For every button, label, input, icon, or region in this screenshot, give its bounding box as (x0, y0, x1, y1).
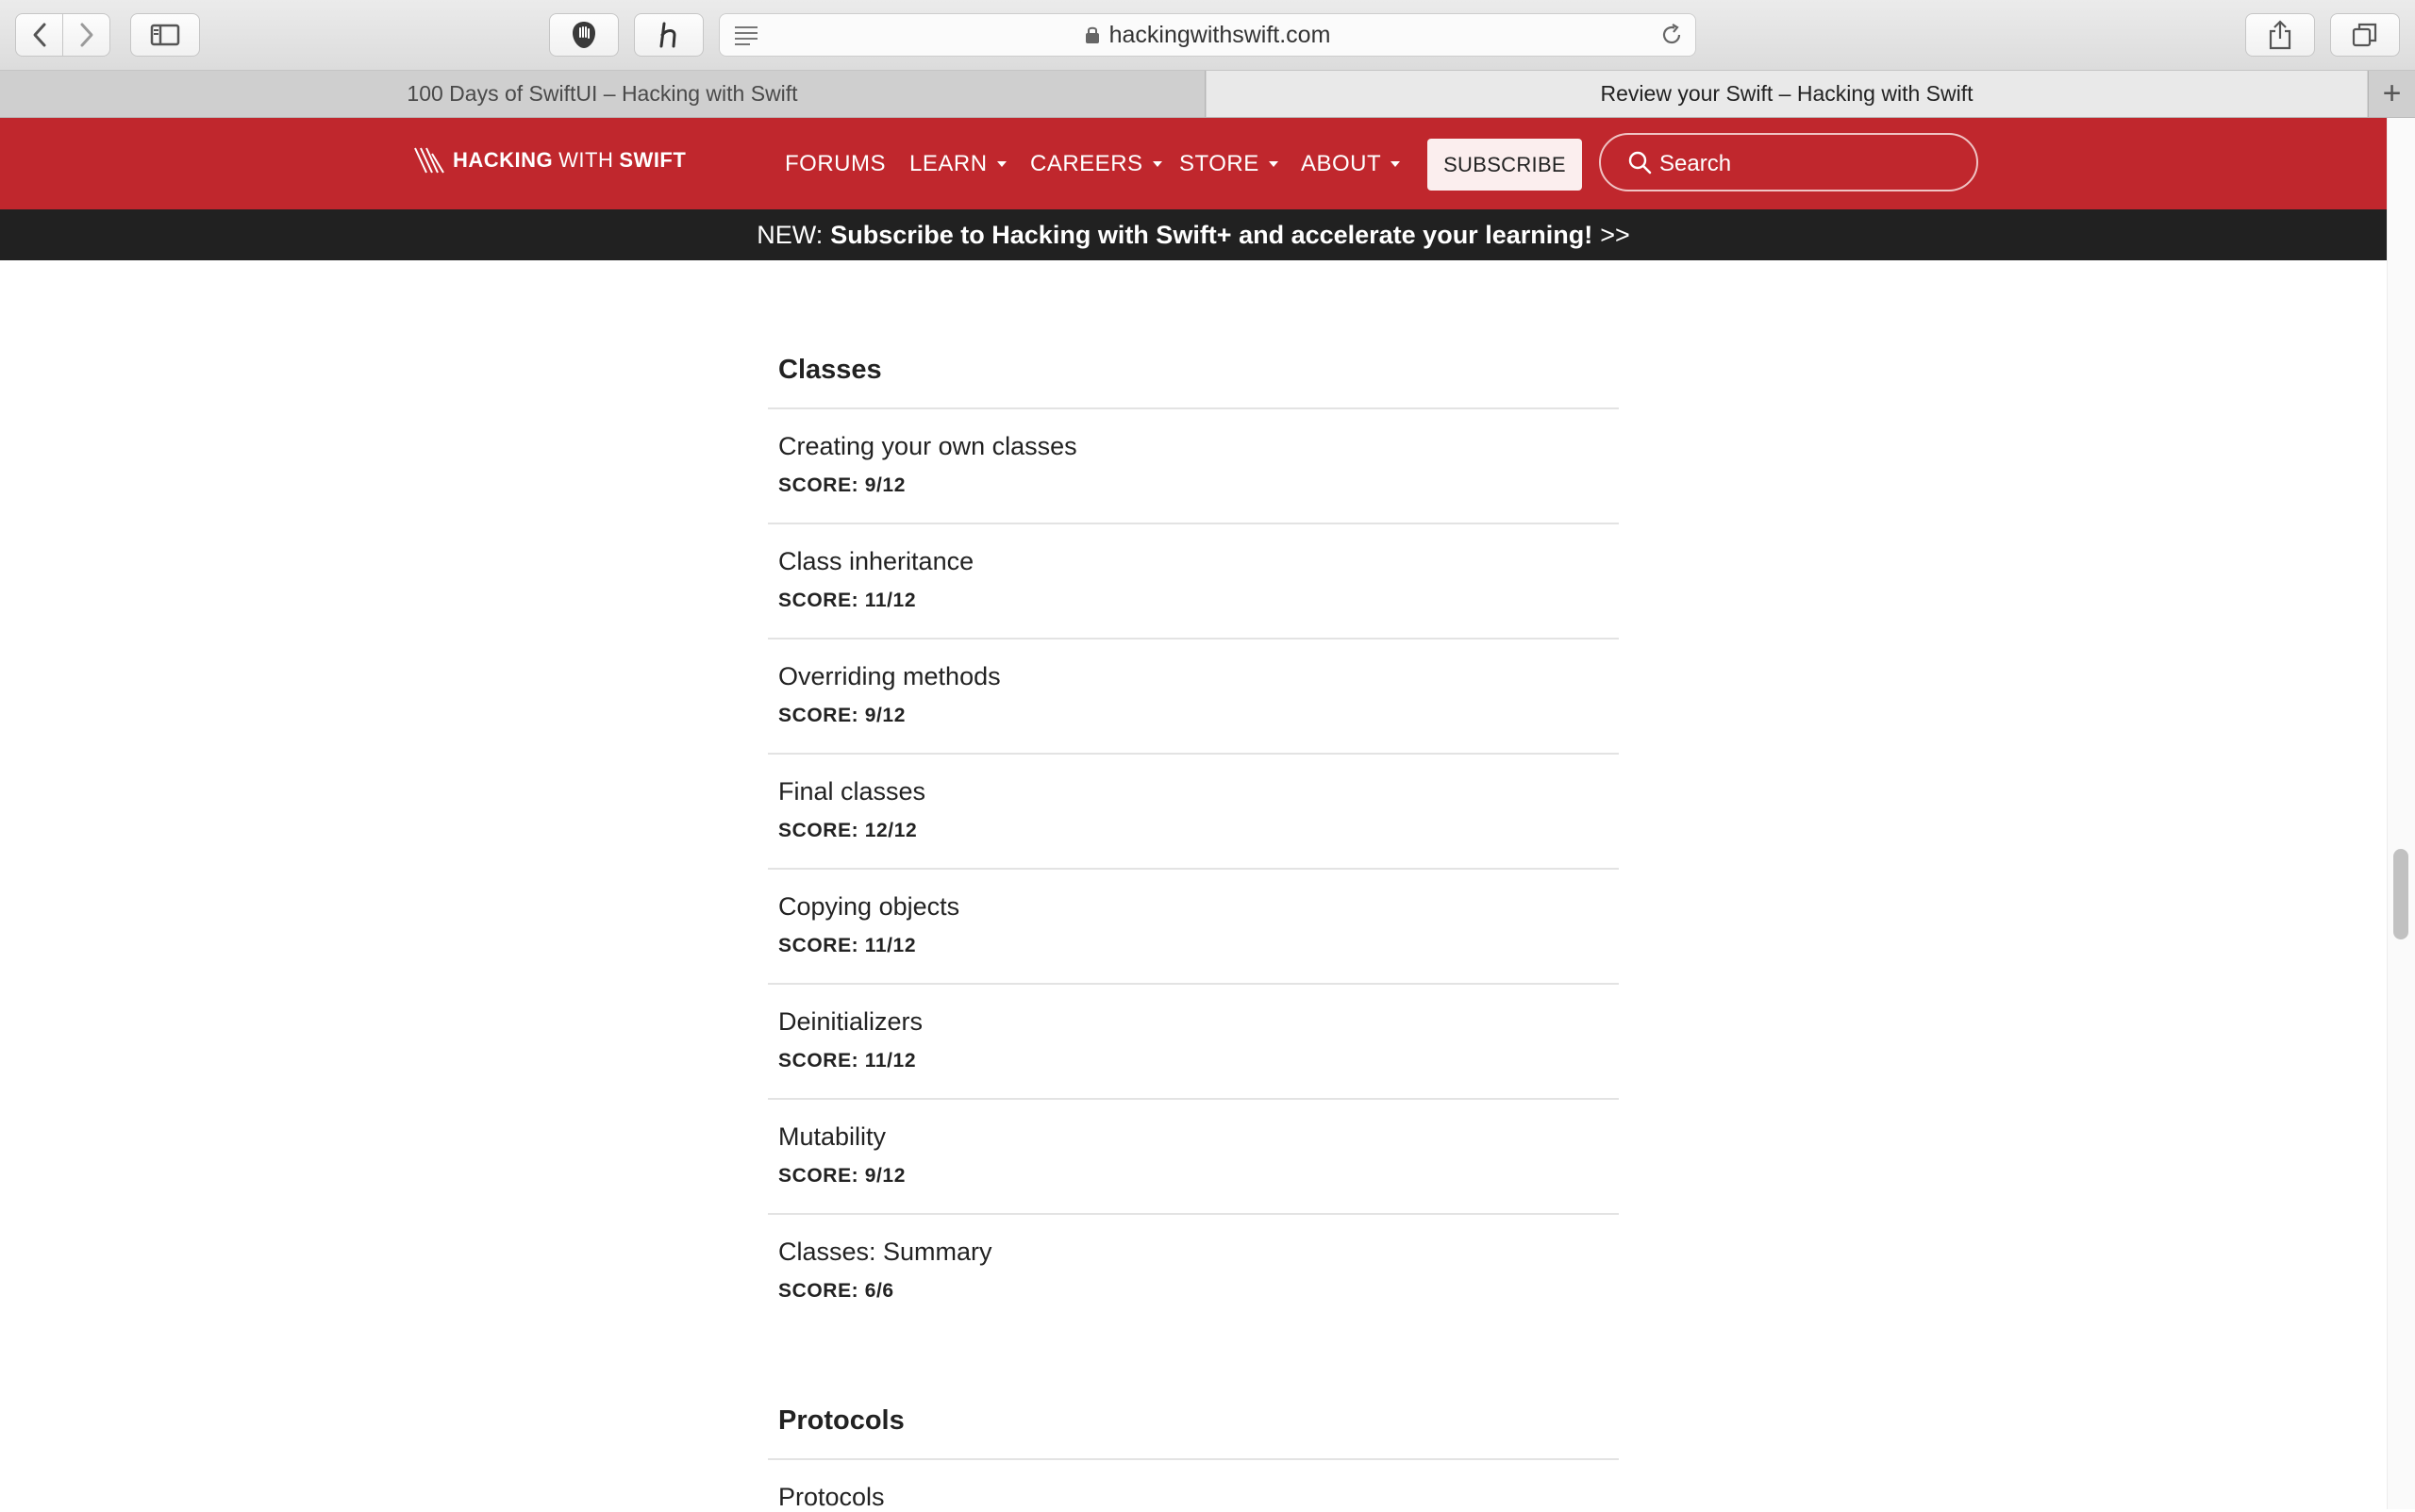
caret-down-icon (996, 160, 1007, 167)
nav-label: ABOUT (1301, 150, 1382, 176)
item-score: SCORE: 9/12 (778, 1165, 906, 1187)
nav-careers[interactable]: CAREERS (1030, 118, 1162, 209)
tab-title: Review your Swift – Hacking with Swift (1600, 81, 1974, 106)
page-scrollbar[interactable] (2387, 118, 2415, 1509)
item-name: Final classes (778, 777, 926, 806)
list-item[interactable]: Overriding methods SCORE: 9/12 (778, 662, 1608, 727)
hand-shield-icon (573, 22, 595, 48)
forward-button[interactable] (62, 13, 110, 57)
caret-down-icon (1391, 160, 1401, 167)
nav-label: FORUMS (785, 150, 886, 176)
divider (768, 868, 1619, 870)
honey-extension-button[interactable] (634, 13, 704, 57)
divider (768, 1458, 1619, 1460)
item-score: SCORE: 9/12 (778, 474, 906, 496)
section-title-protocols: Protocols (778, 1405, 905, 1436)
item-score: SCORE: 11/12 (778, 1050, 917, 1072)
h-script-icon (659, 22, 676, 48)
tabs-icon (2352, 23, 2377, 47)
share-button[interactable] (2245, 13, 2315, 57)
item-name: Mutability (778, 1122, 887, 1151)
site-logo[interactable]: HACKING WITH SWIFT (413, 146, 686, 174)
reload-icon[interactable] (1659, 23, 1684, 47)
list-item[interactable]: Copying objects SCORE: 11/12 (778, 892, 1608, 957)
swift-logo-icon (414, 147, 444, 174)
list-item[interactable]: Protocols (778, 1483, 1608, 1512)
sidebar-toggle-button[interactable] (130, 13, 200, 57)
divider (768, 1098, 1619, 1100)
item-score: SCORE: 6/6 (778, 1280, 894, 1302)
new-tab-button[interactable]: + (2368, 71, 2415, 117)
nav-label: CAREERS (1030, 150, 1143, 176)
tab-overview-button[interactable] (2330, 13, 2400, 57)
item-name: Overriding methods (778, 662, 1001, 690)
list-item[interactable]: Class inheritance SCORE: 11/12 (778, 547, 1608, 612)
item-name: Class inheritance (778, 547, 974, 575)
list-item[interactable]: Deinitializers SCORE: 11/12 (778, 1007, 1608, 1072)
url-display: hackingwithswift.com (720, 14, 1695, 56)
divider (768, 1213, 1619, 1215)
item-name: Creating your own classes (778, 432, 1077, 460)
announcement-prefix: NEW: (757, 220, 824, 249)
plus-icon: + (2382, 75, 2402, 111)
nav-label: LEARN (909, 150, 988, 176)
site-header: HACKING WITH SWIFT FORUMS LEARN CAREERS … (0, 118, 2387, 209)
list-item[interactable]: Mutability SCORE: 9/12 (778, 1122, 1608, 1188)
chevron-right-icon (80, 23, 92, 47)
history-nav (15, 13, 111, 57)
logo-text-with: WITH (558, 148, 614, 172)
nav-store[interactable]: STORE (1179, 118, 1278, 209)
item-score: SCORE: 11/12 (778, 590, 917, 611)
sidebar-icon (150, 24, 180, 46)
browser-tab-1[interactable]: 100 Days of SwiftUI – Hacking with Swift (0, 71, 1206, 117)
list-item[interactable]: Final classes SCORE: 12/12 (778, 777, 1608, 842)
subscribe-button[interactable]: SUBSCRIBE (1427, 139, 1582, 191)
item-name: Deinitializers (778, 1007, 924, 1036)
logo-text-hacking: HACKING (453, 148, 554, 172)
divider (768, 983, 1619, 985)
list-item[interactable]: Classes: Summary SCORE: 6/6 (778, 1238, 1608, 1303)
search-icon (1628, 151, 1652, 174)
logo-text-swift: SWIFT (619, 148, 687, 172)
divider (768, 407, 1619, 409)
url-text: hackingwithswift.com (1108, 21, 1331, 48)
site-search-input[interactable]: Search (1599, 133, 1978, 191)
divider (768, 638, 1619, 640)
item-name: Classes: Summary (778, 1238, 992, 1266)
item-name: Copying objects (778, 892, 960, 921)
nav-forums[interactable]: FORUMS (785, 118, 886, 209)
item-score: SCORE: 9/12 (778, 705, 906, 726)
privacy-extension-button[interactable] (549, 13, 619, 57)
tab-title: 100 Days of SwiftUI – Hacking with Swift (407, 81, 798, 106)
browser-toolbar: hackingwithswift.com (0, 0, 2415, 71)
lock-icon (1085, 26, 1099, 43)
announcement-message: Subscribe to Hacking with Swift+ and acc… (830, 220, 1593, 249)
nav-label: STORE (1179, 150, 1259, 176)
browser-tab-2[interactable]: Review your Swift – Hacking with Swift (1207, 71, 2367, 117)
subscribe-label: SUBSCRIBE (1443, 152, 1566, 176)
item-score: SCORE: 11/12 (778, 935, 917, 956)
search-placeholder: Search (1659, 151, 1732, 176)
divider (768, 753, 1619, 755)
back-button[interactable] (15, 13, 63, 57)
caret-down-icon (1268, 160, 1278, 167)
scrollbar-thumb[interactable] (2393, 849, 2408, 939)
caret-down-icon (1152, 160, 1162, 167)
chevron-left-icon (33, 23, 45, 47)
address-bar[interactable]: hackingwithswift.com (719, 13, 1696, 57)
item-score: SCORE: 12/12 (778, 820, 918, 841)
nav-about[interactable]: ABOUT (1301, 118, 1401, 209)
section-title-classes: Classes (778, 355, 882, 385)
tab-bar: 100 Days of SwiftUI – Hacking with Swift… (0, 71, 2415, 118)
announcement-suffix: >> (1600, 220, 1630, 249)
list-item[interactable]: Creating your own classes SCORE: 9/12 (778, 432, 1608, 497)
nav-learn[interactable]: LEARN (909, 118, 1007, 209)
share-icon (2269, 20, 2291, 50)
announcement-banner[interactable]: NEW: Subscribe to Hacking with Swift+ an… (0, 209, 2387, 260)
item-name: Protocols (778, 1483, 885, 1511)
divider (768, 523, 1619, 524)
